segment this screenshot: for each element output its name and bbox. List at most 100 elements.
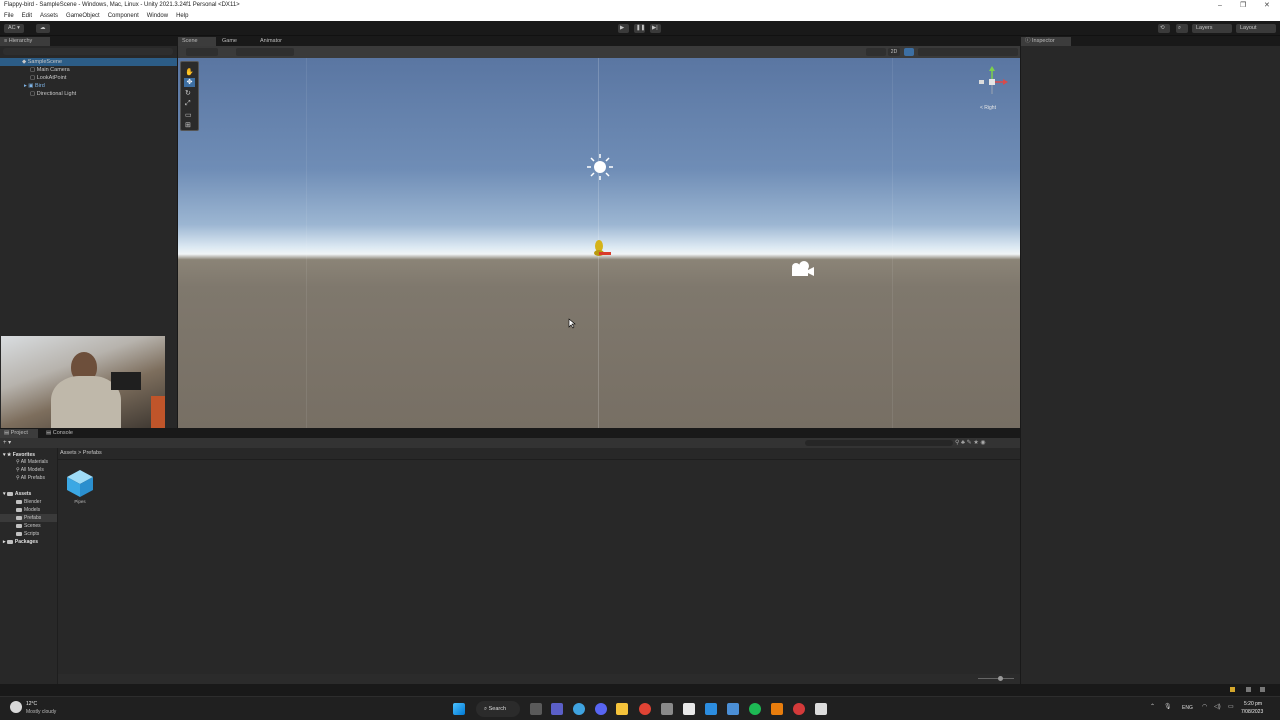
breadcrumb-assets[interactable]: Assets [60,450,77,456]
hierarchy-item-bird[interactable]: ▸ ▣ Bird [0,82,45,90]
camera-icon[interactable] [788,260,816,280]
cloud-icon[interactable]: ☁ [36,24,50,33]
windows-start-icon[interactable] [453,703,465,715]
rotate-tool-icon[interactable]: ↻ [185,89,191,97]
hierarchy-search-input[interactable] [3,48,173,55]
file-explorer-icon[interactable] [616,703,628,715]
folder-models[interactable]: Models [16,506,40,514]
scene-axis-gizmo-icon[interactable] [974,64,1014,104]
tab-game[interactable]: Game [218,37,241,46]
breadcrumb: Assets > Prefabs [60,450,102,456]
menu-help[interactable]: Help [176,11,188,21]
hierarchy-item-main-camera[interactable]: ▢ Main Camera [0,66,70,74]
layers-dropdown[interactable]: Layers [1192,24,1232,33]
folder-prefabs[interactable]: Prefabs [0,514,57,522]
edge-icon[interactable] [573,703,585,715]
hierarchy-scene-row[interactable]: ◆ SampleScene [0,58,177,66]
folder-scenes[interactable]: Scenes [16,522,41,530]
pivot-dropdown[interactable] [186,48,218,56]
scene-view-options[interactable] [918,48,1018,56]
folder-icon [16,531,22,536]
discord-icon[interactable] [595,703,607,715]
clock-time[interactable]: 5:20 pm [1244,701,1262,707]
volume-icon[interactable]: ◁) [1214,703,1221,710]
minimize-button[interactable]: – [1218,0,1222,11]
scale-tool-icon[interactable]: ⤢ [185,100,191,108]
tab-project[interactable]: ▤ Project [0,429,38,438]
blender-icon[interactable] [771,703,783,715]
asset-tile[interactable]: Pipes [64,469,96,505]
folder-blender[interactable]: Blender [16,498,41,506]
webcam-monitor [111,372,141,390]
app-icon[interactable] [661,703,673,715]
packages-node[interactable]: ▸ Packages [3,538,38,546]
project-search-input[interactable] [805,440,953,446]
weather-icon[interactable] [10,701,22,713]
step-button[interactable]: ▶| [650,24,661,33]
hand-tool-icon[interactable]: ✋ [185,68,194,76]
folder-icon [16,499,22,504]
history-icon[interactable]: ⟲ [1158,24,1170,33]
hierarchy-tab-label: Hierarchy [8,38,33,44]
tab-console[interactable]: ▤ Console [42,429,77,438]
mic-icon[interactable]: 🎙 [1164,703,1172,710]
spotify-icon[interactable] [749,703,761,715]
tab-inspector[interactable]: ⓘ Inspector [1021,37,1071,46]
tab-hierarchy[interactable]: ≡ Hierarchy [0,37,50,46]
play-button[interactable]: ▶ [618,24,629,33]
vscode-icon[interactable] [705,703,717,715]
menu-gameobject[interactable]: GameObject [66,11,100,21]
restore-button[interactable]: ❐ [1240,0,1246,11]
folder-scripts[interactable]: Scripts [16,530,39,538]
favorites-all-models[interactable]: ⚲ All Models [16,466,44,474]
shading-mode-dropdown[interactable] [866,48,886,56]
2d-toggle[interactable]: 2D [888,48,900,56]
favorites-all-materials[interactable]: ⚲ All Materials [16,458,48,466]
teams-icon[interactable] [551,703,563,715]
layout-dropdown[interactable]: Layout [1236,24,1276,33]
directional-light-icon[interactable] [586,153,614,181]
project-footer [58,674,1020,684]
create-button[interactable]: + ▾ [3,439,11,446]
favorites-all-prefabs[interactable]: ⚲ All Prefabs [16,474,45,482]
grid-snap-controls[interactable] [236,48,294,56]
clock-date[interactable]: 7/08/2023 [1241,709,1263,715]
app-icon[interactable] [727,703,739,715]
menu-component[interactable]: Component [108,11,139,21]
unity-editor-icon[interactable] [815,703,827,715]
rect-tool-icon[interactable]: ▭ [185,111,192,119]
unity-hub-icon[interactable] [683,703,695,715]
lighting-toggle-icon[interactable] [904,48,914,56]
breadcrumb-prefabs[interactable]: Prefabs [83,450,102,456]
menu-edit[interactable]: Edit [22,11,32,21]
hierarchy-item-lookatpoint[interactable]: ▢ LookAtPoint [0,74,66,82]
account-dropdown[interactable]: AC ▾ [4,24,24,33]
scene-viewport[interactable]: ✋ ✥ ↻ ⤢ ▭ ⊞ < Right [178,58,1020,428]
transform-tool-icon[interactable]: ⊞ [185,121,191,129]
tab-scene[interactable]: Scene [178,37,216,46]
filter-icon[interactable]: ⚲ ♣ ✎ ★ ◉ [955,439,986,446]
zoom-slider-handle[interactable] [998,676,1003,681]
app-icon[interactable] [793,703,805,715]
tray-chevron-icon[interactable]: ⌃ [1150,703,1155,710]
bird-object[interactable] [590,236,616,260]
inspector-tabbar: ⓘ Inspector [1021,37,1280,46]
language-indicator[interactable]: ENG [1182,705,1193,711]
hierarchy-item-directional-light[interactable]: ▢ Directional Light [0,90,76,98]
zoom-slider[interactable] [978,678,1014,679]
task-view-icon[interactable] [530,703,542,715]
taskbar-search[interactable]: ⌕ Search [476,701,520,717]
menu-window[interactable]: Window [147,11,168,21]
chrome-icon[interactable] [639,703,651,715]
battery-icon[interactable]: ▭ [1228,703,1234,710]
close-button[interactable]: ✕ [1264,0,1270,11]
move-tool-icon[interactable]: ✥ [184,78,195,87]
search-icon[interactable]: ⌕ [1176,24,1188,33]
menu-file[interactable]: File [4,11,14,21]
wifi-icon[interactable]: ◠ [1202,703,1207,710]
menu-assets[interactable]: Assets [40,11,58,21]
pause-button[interactable]: ❚❚ [634,24,645,33]
scene-toolbar: 2D [178,46,1020,58]
tab-animator[interactable]: Animator [256,37,286,46]
assets-node[interactable]: ▾ Assets [3,490,31,498]
